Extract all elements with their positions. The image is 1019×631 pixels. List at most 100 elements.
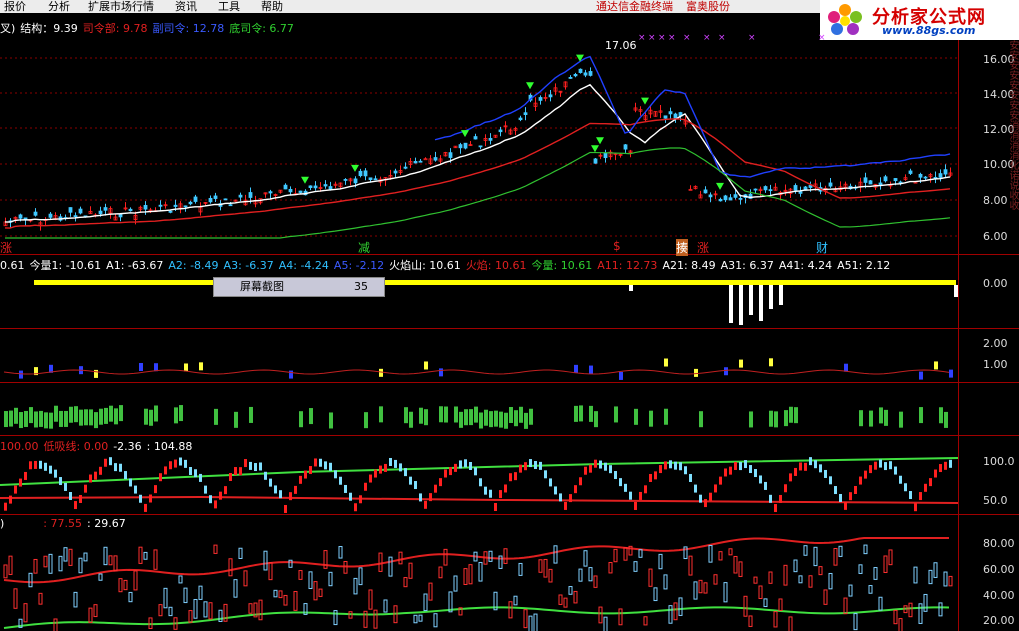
price-candle [603,153,608,159]
green-bar [519,406,523,423]
osc-candle [219,491,222,500]
p6-candle [663,574,668,590]
volume-blob [934,361,938,370]
price-candle [488,137,493,141]
osc-candle [74,501,77,510]
p6-candle [418,614,423,622]
osc-candle [259,462,262,471]
p6-candle [453,575,458,592]
p6-candle [528,615,533,631]
price-candle [803,186,808,190]
p6-candle [818,566,823,576]
yellow-flame-bar [34,280,956,285]
osc-candle [639,491,642,500]
green-bar [89,409,93,426]
osc-candle [739,462,742,471]
p6-candle [943,571,948,587]
p2-v3: A2: -8.49 [168,259,219,272]
green-bar [39,410,43,427]
volume-blob [739,359,743,368]
purple-x-mark: × [668,33,676,43]
p6-candle [918,603,923,624]
green-bar [299,411,303,428]
green-bar [504,412,508,429]
p2-v1: 今量1: -10.61 [29,259,102,272]
p6-candle [208,602,213,620]
p6-candle [768,571,773,584]
osc-candle [914,503,917,512]
stock-chart-canvas[interactable]: × × × × × × × × × [0,0,1019,631]
osc-candle [209,495,212,504]
p6-candle [643,616,648,626]
p6-candle [803,545,808,556]
osc-candle [149,494,152,503]
volume-blob [574,364,578,373]
p6-candle [623,547,628,561]
p5-red-line [0,495,959,504]
osc-candle [164,466,167,475]
osc-candle [849,492,852,501]
osc-candle [929,478,932,487]
osc-candle [539,461,542,470]
p6-candle [168,606,173,617]
osc-candle [34,460,37,469]
osc-candle [39,460,42,469]
panel6-header: ): 77.55: 29.67 [0,517,131,530]
p6-candle [603,616,608,631]
p6-candle [538,559,543,573]
p6-candle [113,555,118,572]
osc-candle [119,463,122,472]
p6-candle [193,598,198,619]
osc-candle [944,461,947,470]
osc-candle [444,469,447,478]
green-bar [464,409,468,426]
osc-candle [744,460,747,469]
p6-candle [728,548,733,556]
p6-candle [198,585,203,600]
green-bar [74,406,78,423]
osc-candle [864,470,867,479]
purple-x-mark: × [748,33,756,43]
volume-blob [424,361,428,370]
osc-candle [359,495,362,504]
osc-candle [414,481,417,490]
osc-candle [839,493,842,502]
p6-candle [373,609,378,629]
osc-candle [124,471,127,480]
green-bar [234,411,238,428]
osc-candle [379,465,382,474]
green-bar [524,412,528,429]
price-candle [708,194,713,198]
osc-candle [809,457,812,466]
price-candle [763,186,768,191]
osc-candle [279,490,282,499]
price-candle [663,115,668,119]
osc-candle [339,476,342,485]
p6-candle [713,574,718,585]
p6-candle [673,602,678,621]
p5-v1: 低吸线: 0.00 [43,440,109,453]
p6-candle [163,587,168,609]
price-candle [883,176,888,182]
price-candle [723,195,728,201]
screenshot-popup[interactable]: 屏幕截图 35 [213,277,385,297]
osc-candle [754,469,757,478]
volume-blob [154,363,158,372]
p6-candle [278,590,283,599]
price-candle [828,182,833,187]
p6-candle [293,591,298,611]
green-bar [794,407,798,424]
osc-candle [764,481,767,490]
osc-candle [769,494,772,503]
osc-candle [489,489,492,498]
osc-candle [774,504,777,513]
osc-candle [519,464,522,473]
p6-candle [233,579,238,598]
p6-candle [898,618,903,631]
flame-spike [749,285,753,315]
osc-candle [454,463,457,472]
p2-v0: 0.61 [0,259,25,272]
signal-word: $ [613,239,621,253]
osc-candle [324,461,327,470]
price-candle [18,214,23,219]
